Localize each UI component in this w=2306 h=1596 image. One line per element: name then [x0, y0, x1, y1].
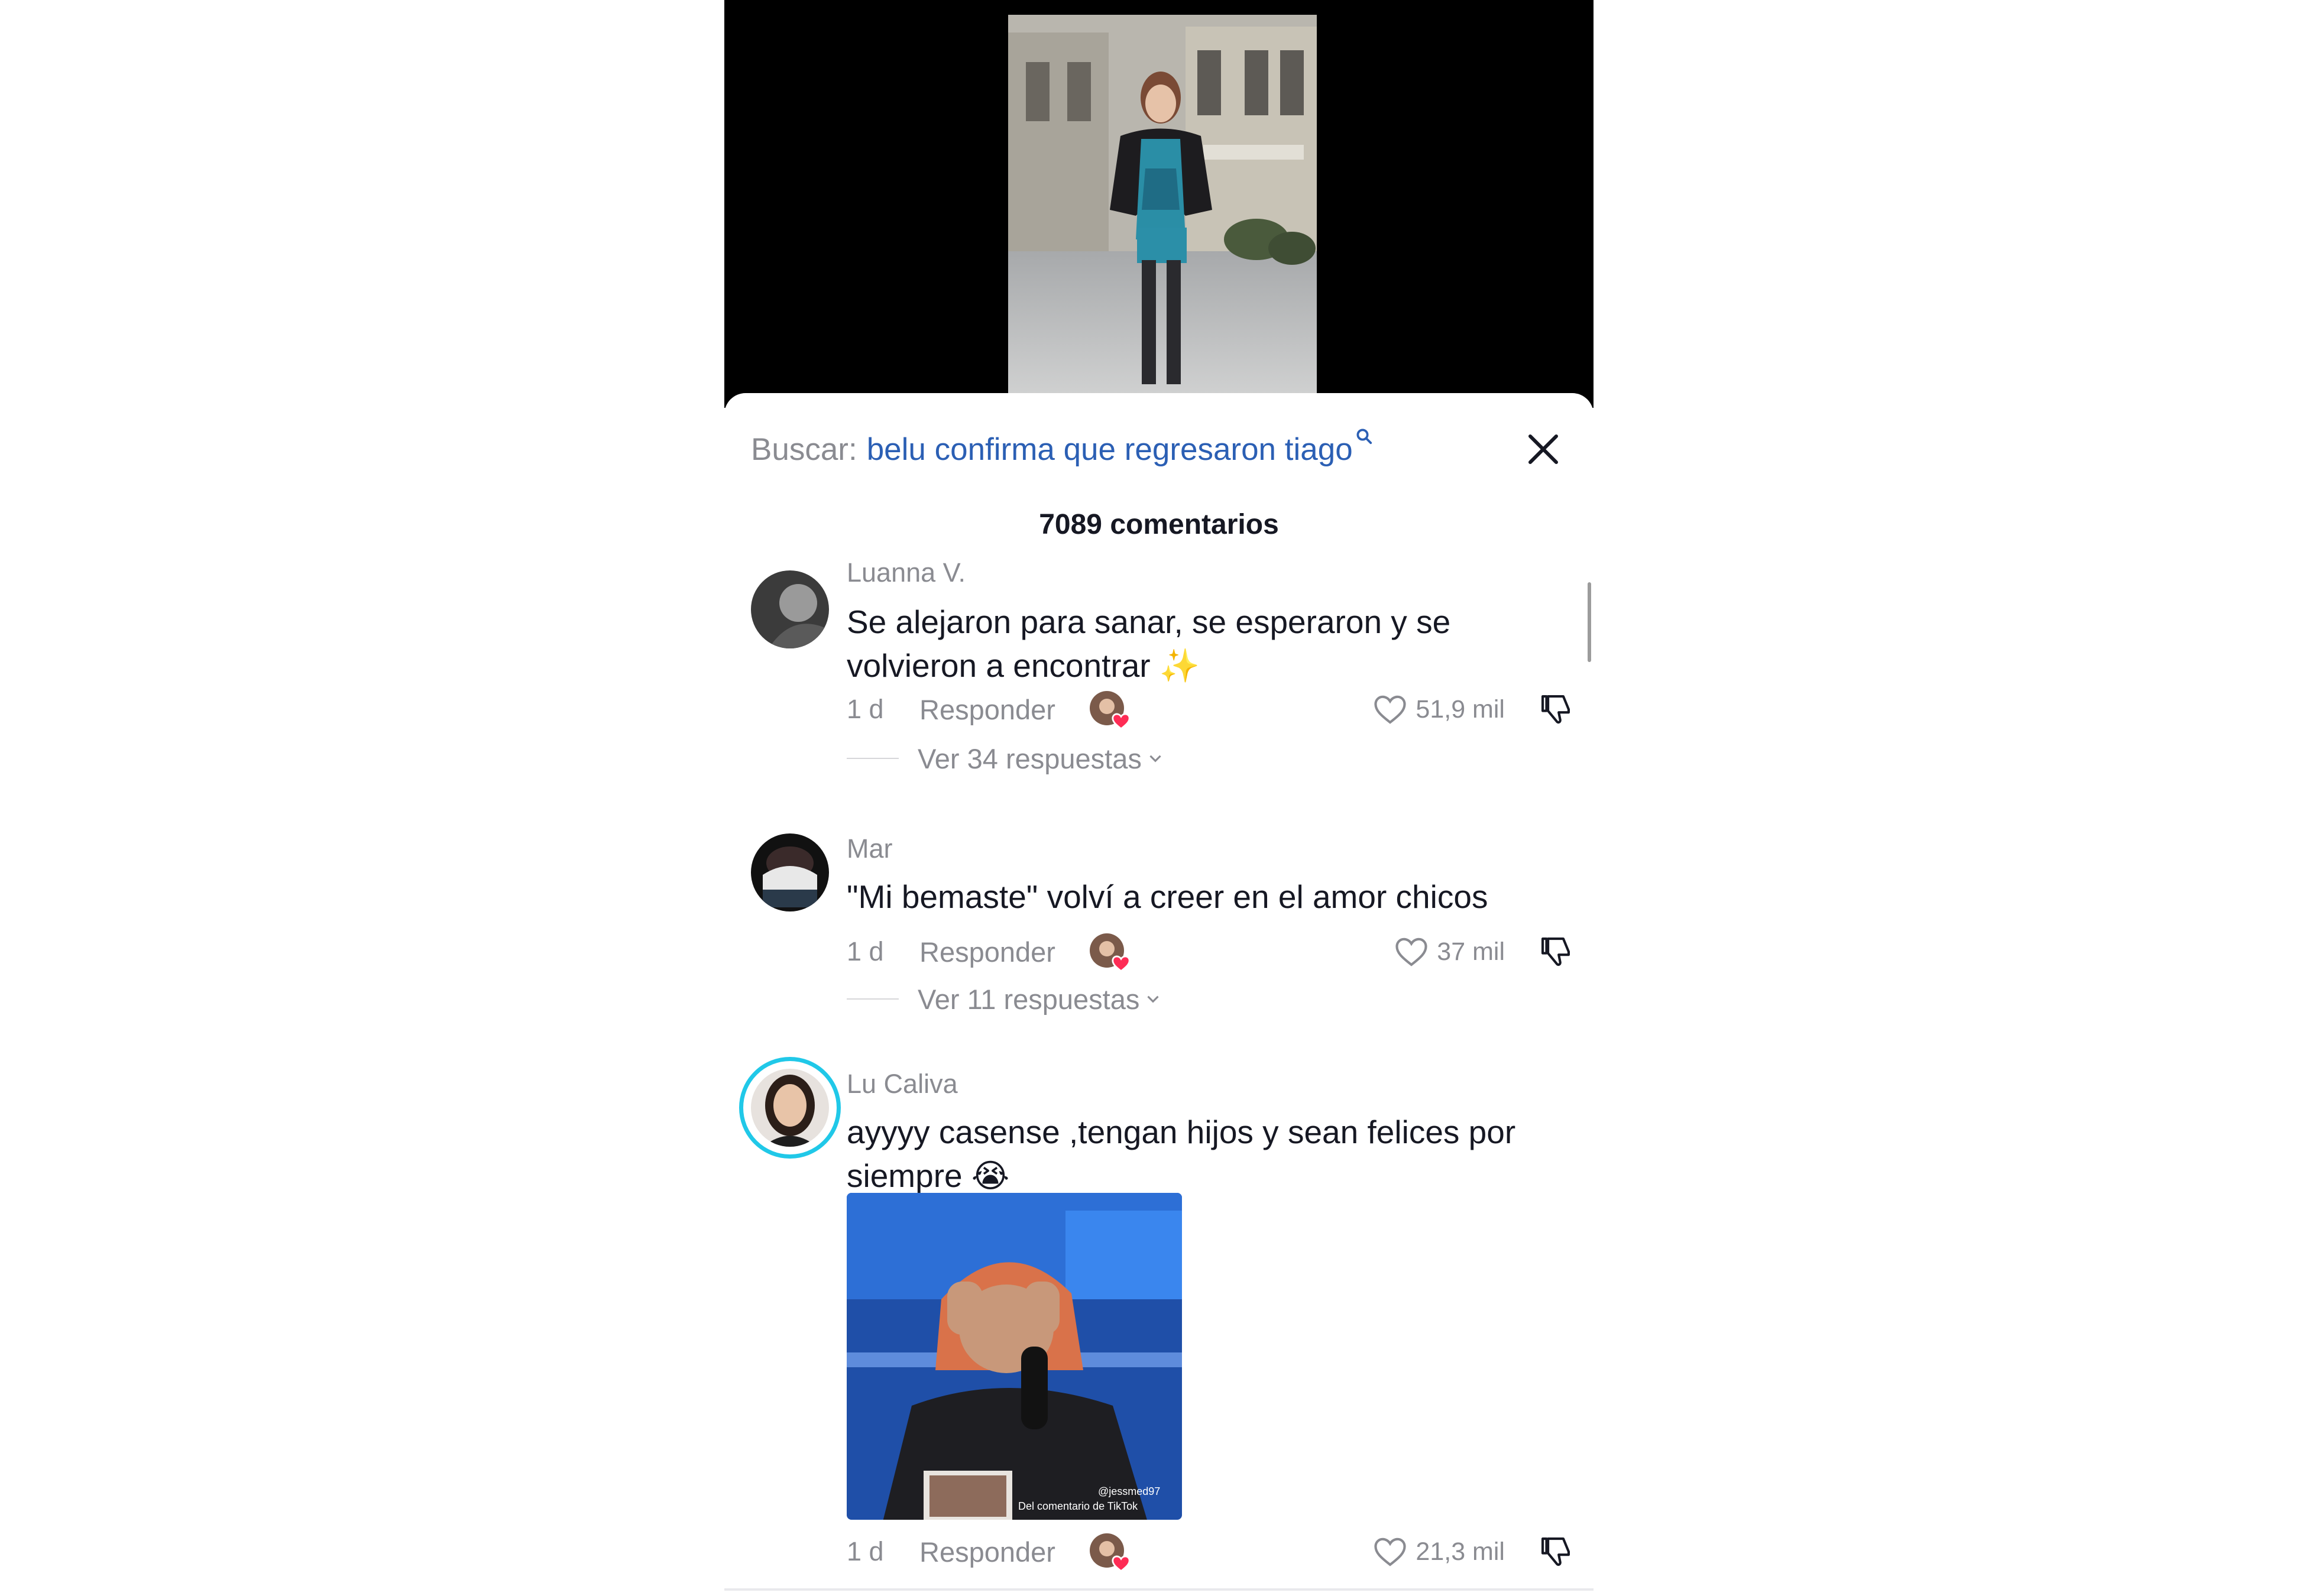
dislike-icon[interactable] — [1537, 691, 1574, 728]
comment-count: 7089 comentarios — [1039, 509, 1279, 540]
comment-actions: 1 d Responder 21,3 mil — [847, 1531, 1574, 1572]
reply-button[interactable]: Responder — [919, 693, 1055, 726]
avatar[interactable] — [751, 1069, 829, 1147]
reply-button[interactable]: Responder — [919, 1536, 1055, 1568]
dislike-icon[interactable] — [1537, 933, 1574, 970]
gif-caption-user: @jessmed97 — [1098, 1485, 1161, 1497]
comment-age: 1 d — [847, 936, 884, 966]
heart-icon[interactable] — [1393, 933, 1430, 970]
close-icon[interactable] — [1526, 432, 1561, 467]
heart-filled-icon — [1111, 1553, 1131, 1574]
comment-gif[interactable]: @jessmed97 Del comentario de TikTok — [847, 1193, 1182, 1520]
chevron-down-icon — [1145, 748, 1165, 768]
video-player[interactable] — [724, 0, 1594, 408]
like-count: 51,9 mil — [1416, 695, 1505, 724]
comment-username[interactable]: Lu Caliva — [847, 1069, 958, 1099]
comment-age: 1 d — [847, 694, 884, 724]
view-replies-button[interactable]: Ver 34 respuestas — [847, 741, 1165, 776]
reply-button[interactable]: Responder — [919, 936, 1055, 968]
scrollbar[interactable] — [1588, 582, 1591, 662]
heart-icon[interactable] — [1372, 1533, 1408, 1570]
divider — [847, 758, 899, 759]
creator-liked-badge — [1089, 691, 1131, 730]
like-count: 21,3 mil — [1416, 1537, 1505, 1566]
tiktok-app: Buscar: belu confirma que regresaron tia… — [724, 0, 1594, 1596]
search-suggestion[interactable]: Buscar: belu confirma que regresaron tia… — [751, 426, 1373, 473]
creator-liked-badge — [1089, 1533, 1131, 1572]
comments-sheet: Buscar: belu confirma que regresaron tia… — [724, 393, 1594, 1596]
view-replies-label[interactable]: Ver 11 respuestas — [918, 983, 1139, 1016]
comment-text: ayyyy casense ,tengan hijos y sean felic… — [847, 1114, 1516, 1194]
view-replies-button[interactable]: Ver 11 respuestas — [847, 981, 1163, 1017]
gif-caption-source: Del comentario de TikTok — [1018, 1500, 1138, 1512]
comment-username[interactable]: Mar — [847, 833, 893, 864]
comment-text: Se alejaron para sanar, se esperaron y s… — [847, 604, 1451, 684]
search-query-link[interactable]: belu confirma que regresaron tiago — [867, 432, 1353, 468]
comment-actions: 1 d Responder 51,9 mil — [847, 689, 1574, 730]
comment-text: "Mi bemaste" volví a creer en el amor ch… — [847, 878, 1488, 915]
like-count: 37 mil — [1437, 937, 1505, 966]
heart-filled-icon — [1111, 711, 1131, 731]
video-thumbnail[interactable] — [1008, 15, 1317, 393]
comment-actions: 1 d Responder 37 mil — [847, 931, 1574, 972]
search-icon[interactable] — [1355, 427, 1373, 450]
avatar[interactable] — [751, 570, 829, 648]
creator-liked-badge — [1089, 933, 1131, 972]
comment-age: 1 d — [847, 1536, 884, 1566]
heart-filled-icon — [1111, 953, 1131, 974]
divider — [847, 998, 899, 1000]
view-replies-label[interactable]: Ver 34 respuestas — [918, 742, 1142, 775]
heart-icon[interactable] — [1372, 691, 1408, 728]
search-label: Buscar: — [751, 432, 857, 467]
chevron-down-icon — [1143, 989, 1163, 1009]
bottom-divider — [724, 1588, 1594, 1591]
comment-username[interactable]: Luanna V. — [847, 557, 966, 588]
dislike-icon[interactable] — [1537, 1533, 1574, 1570]
avatar[interactable] — [751, 833, 829, 911]
